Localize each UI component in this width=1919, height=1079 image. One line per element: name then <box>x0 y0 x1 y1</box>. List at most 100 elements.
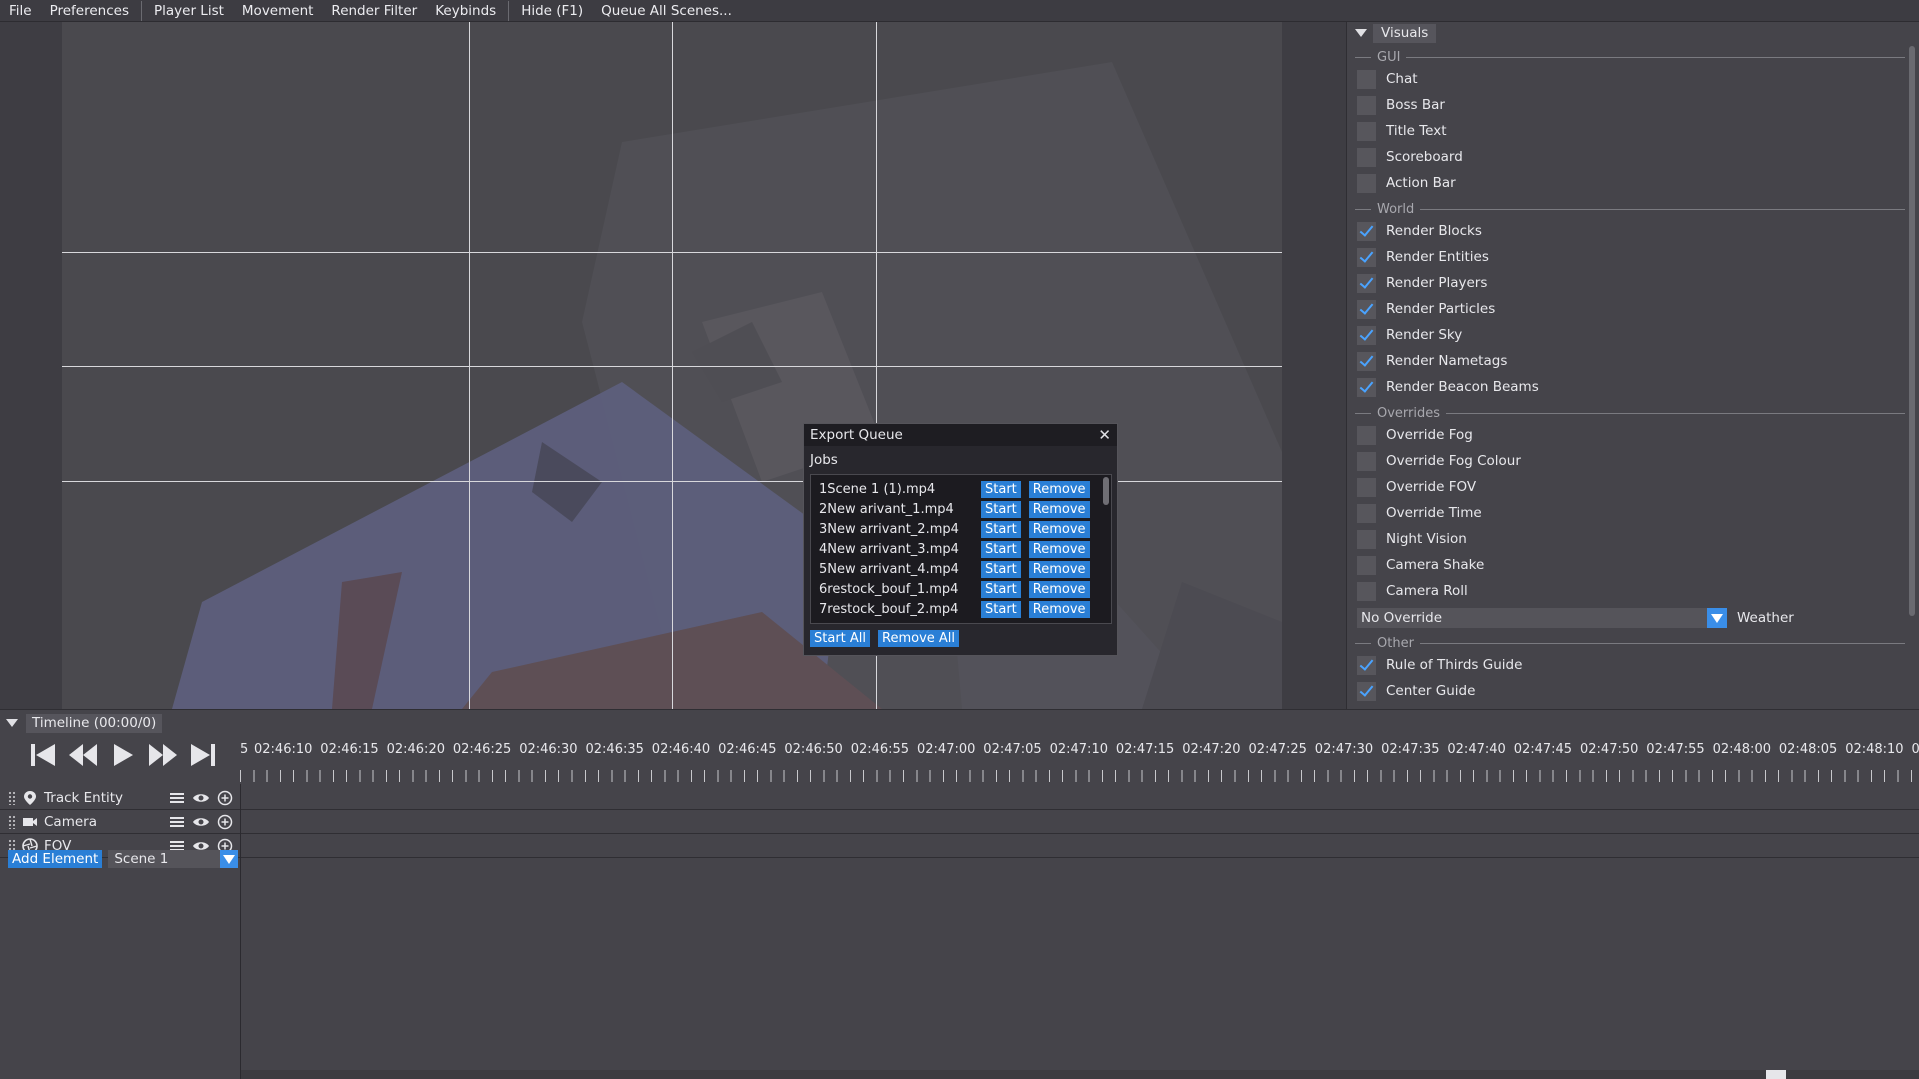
option-render-beacon-beams[interactable]: Render Beacon Beams <box>1347 374 1919 400</box>
skip-to-end-button[interactable] <box>186 740 220 770</box>
option-action-bar[interactable]: Action Bar <box>1347 170 1919 196</box>
menu-render-filter[interactable]: Render Filter <box>322 0 426 22</box>
start-all-button[interactable]: Start All <box>810 630 871 647</box>
job-remove-button[interactable]: Remove <box>1028 540 1090 558</box>
checkbox-render-blocks[interactable] <box>1357 221 1376 241</box>
menu-file[interactable]: File <box>0 0 41 22</box>
collapse-arrow-icon[interactable] <box>6 719 18 727</box>
option-boss-bar[interactable]: Boss Bar <box>1347 92 1919 118</box>
job-remove-button[interactable]: Remove <box>1028 580 1090 598</box>
menu-keybinds[interactable]: Keybinds <box>426 0 505 22</box>
timeline-horizontal-scrollbar[interactable] <box>241 1070 1919 1079</box>
checkbox-render-entities[interactable] <box>1357 247 1376 267</box>
job-remove-button[interactable]: Remove <box>1028 560 1090 578</box>
close-icon[interactable]: ✕ <box>1098 426 1111 444</box>
scene-dropdown[interactable]: Scene 1 <box>108 850 239 868</box>
play-button[interactable] <box>106 740 140 770</box>
dropdown-arrow-icon[interactable] <box>1707 608 1727 628</box>
skip-to-start-button[interactable] <box>26 740 60 770</box>
option-render-entities[interactable]: Render Entities <box>1347 244 1919 270</box>
option-night-vision[interactable]: Night Vision <box>1347 526 1919 552</box>
checkbox-chat[interactable] <box>1357 69 1376 89</box>
timeline-header[interactable]: Timeline (00:00/0) <box>0 710 1919 736</box>
checkbox-override-fog[interactable] <box>1357 425 1376 445</box>
add-element-button[interactable]: Add Element <box>8 850 103 868</box>
track-row-fov[interactable]: FOV <box>0 834 1919 858</box>
job-remove-button[interactable]: Remove <box>1028 500 1090 518</box>
checkbox-night-vision[interactable] <box>1357 529 1376 549</box>
dropdown-arrow-icon[interactable] <box>220 850 239 868</box>
menu-icon[interactable] <box>168 789 186 807</box>
drag-handle-icon[interactable] <box>8 790 16 805</box>
add-keyframe-icon[interactable] <box>216 789 234 807</box>
menu-player-list[interactable]: Player List <box>145 0 233 22</box>
checkbox-override-fov[interactable] <box>1357 477 1376 497</box>
option-override-fog[interactable]: Override Fog <box>1347 422 1919 448</box>
job-start-button[interactable]: Start <box>981 520 1021 538</box>
remove-all-button[interactable]: Remove All <box>878 630 960 647</box>
menu-hide[interactable]: Hide (F1) <box>512 0 592 22</box>
menu-icon[interactable] <box>168 813 186 831</box>
checkbox-rule-of-thirds-guide[interactable] <box>1357 655 1376 675</box>
collapse-arrow-icon[interactable] <box>1355 29 1367 37</box>
checkbox-render-players[interactable] <box>1357 273 1376 293</box>
option-render-nametags[interactable]: Render Nametags <box>1347 348 1919 374</box>
add-keyframe-icon[interactable] <box>216 813 234 831</box>
checkbox-override-fog-colour[interactable] <box>1357 451 1376 471</box>
checkbox-action-bar[interactable] <box>1357 173 1376 193</box>
eye-icon[interactable] <box>192 813 210 831</box>
job-start-button[interactable]: Start <box>981 560 1021 578</box>
visuals-panel-header[interactable]: Visuals <box>1347 22 1919 44</box>
option-title-text[interactable]: Title Text <box>1347 118 1919 144</box>
job-remove-button[interactable]: Remove <box>1028 600 1090 618</box>
menu-movement[interactable]: Movement <box>233 0 323 22</box>
job-start-button[interactable]: Start <box>981 480 1021 498</box>
option-render-blocks[interactable]: Render Blocks <box>1347 218 1919 244</box>
checkbox-render-sky[interactable] <box>1357 325 1376 345</box>
dialog-titlebar[interactable]: Export Queue ✕ <box>804 424 1117 446</box>
option-scoreboard[interactable]: Scoreboard <box>1347 144 1919 170</box>
render-viewport[interactable] <box>0 22 1346 709</box>
checkbox-boss-bar[interactable] <box>1357 95 1376 115</box>
option-camera-roll[interactable]: Camera Roll <box>1347 578 1919 604</box>
option-render-sky[interactable]: Render Sky <box>1347 322 1919 348</box>
drag-handle-icon[interactable] <box>8 814 16 829</box>
menu-queue-all-scenes[interactable]: Queue All Scenes... <box>592 0 741 22</box>
checkbox-title-text[interactable] <box>1357 121 1376 141</box>
job-start-button[interactable]: Start <box>981 500 1021 518</box>
track-row-track-entity[interactable]: Track Entity <box>0 786 1919 810</box>
menu-preferences[interactable]: Preferences <box>41 0 138 22</box>
checkbox-camera-shake[interactable] <box>1357 555 1376 575</box>
eye-icon[interactable] <box>192 789 210 807</box>
track-divider[interactable] <box>240 784 241 1079</box>
checkbox-camera-roll[interactable] <box>1357 581 1376 601</box>
option-camera-shake[interactable]: Camera Shake <box>1347 552 1919 578</box>
job-start-button[interactable]: Start <box>981 600 1021 618</box>
option-override-time[interactable]: Override Time <box>1347 500 1919 526</box>
timeline-ruler[interactable]: 5 02:46:10 02:46:15 02:46:20 02:46:25 02:46:3… <box>240 736 1919 784</box>
checkbox-center-guide[interactable] <box>1357 681 1376 701</box>
option-chat[interactable]: Chat <box>1347 66 1919 92</box>
job-start-button[interactable]: Start <box>981 540 1021 558</box>
jobs-scrollbar[interactable] <box>1103 477 1109 505</box>
option-override-fog-colour[interactable]: Override Fog Colour <box>1347 448 1919 474</box>
panel-scrollbar[interactable] <box>1909 46 1915 616</box>
option-override-fov[interactable]: Override FOV <box>1347 474 1919 500</box>
track-row-camera[interactable]: Camera <box>0 810 1919 834</box>
job-remove-button[interactable]: Remove <box>1028 520 1090 538</box>
rewind-button[interactable] <box>66 740 100 770</box>
option-center-guide[interactable]: Center Guide <box>1347 678 1919 704</box>
fast-forward-button[interactable] <box>146 740 180 770</box>
option-rule-of-thirds-guide[interactable]: Rule of Thirds Guide <box>1347 652 1919 678</box>
checkbox-override-time[interactable] <box>1357 503 1376 523</box>
checkbox-render-nametags[interactable] <box>1357 351 1376 371</box>
scrollbar-thumb[interactable] <box>1766 1070 1786 1079</box>
job-remove-button[interactable]: Remove <box>1028 480 1090 498</box>
checkbox-render-beacon-beams[interactable] <box>1357 377 1376 397</box>
checkbox-scoreboard[interactable] <box>1357 147 1376 167</box>
job-start-button[interactable]: Start <box>981 580 1021 598</box>
weather-dropdown[interactable]: No Override <box>1357 608 1727 628</box>
option-render-players[interactable]: Render Players <box>1347 270 1919 296</box>
checkbox-render-particles[interactable] <box>1357 299 1376 319</box>
option-render-particles[interactable]: Render Particles <box>1347 296 1919 322</box>
